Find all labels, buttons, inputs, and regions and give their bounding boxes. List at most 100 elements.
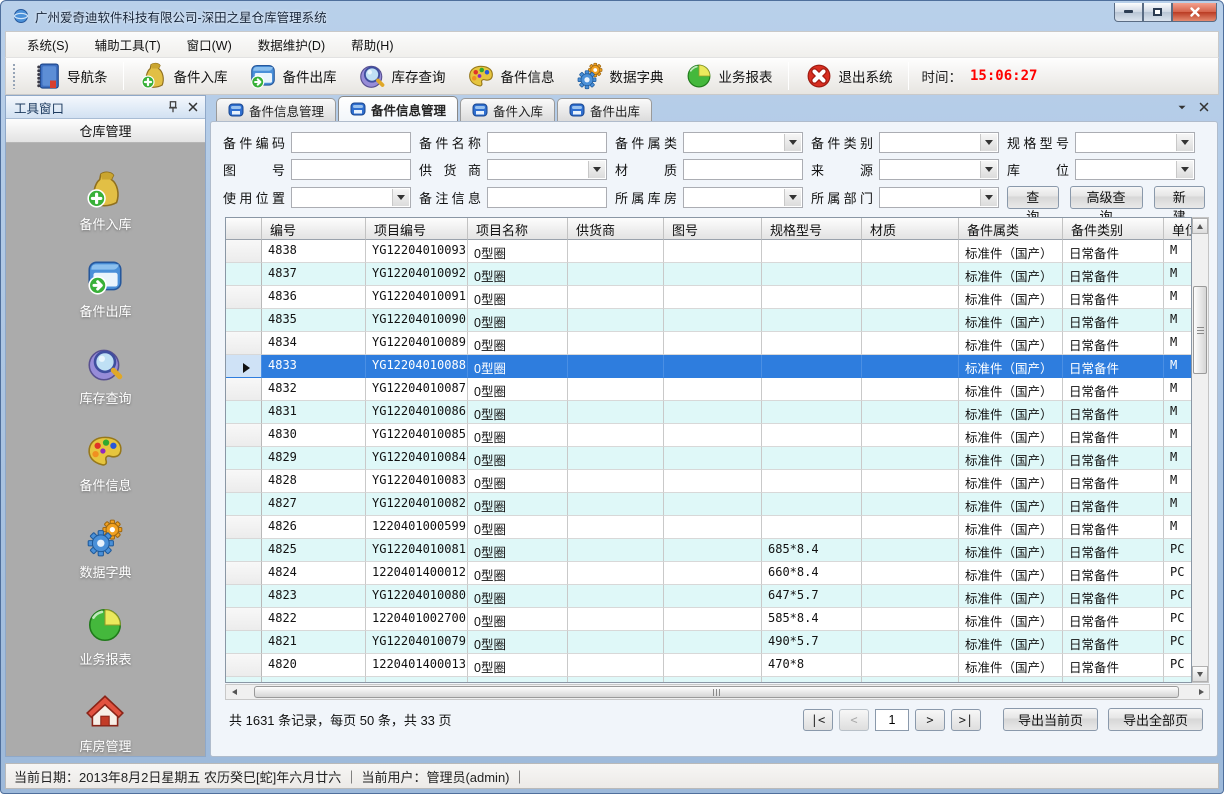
row-selector[interactable] xyxy=(226,332,262,355)
last-page-button[interactable]: >| xyxy=(951,709,981,731)
column-header-part_attr[interactable]: 备件属类 xyxy=(959,218,1063,240)
row-selector[interactable] xyxy=(226,631,262,654)
toolbar-button-business-report[interactable]: 业务报表 xyxy=(674,59,783,93)
table-row[interactable]: 4821YG122040100790型圈490*5.7标准件（国产）日常备件PC xyxy=(226,631,1192,654)
sidebar-item-parts-outbound[interactable]: 备件出库 xyxy=(79,256,131,320)
page-number-input[interactable] xyxy=(875,709,909,731)
spec-model-select[interactable] xyxy=(1075,132,1195,153)
maximize-button[interactable] xyxy=(1143,3,1172,22)
drawing-no-input[interactable] xyxy=(291,159,411,180)
table-row[interactable]: 4834YG122040100890型圈标准件（国产）日常备件M xyxy=(226,332,1192,355)
first-page-button[interactable]: |< xyxy=(803,709,833,731)
sidebar-item-parts-inbound[interactable]: 备件入库 xyxy=(79,169,131,233)
toolbar-button-exit-system[interactable]: 退出系统 xyxy=(794,59,903,93)
menu-item-window[interactable]: 窗口(W) xyxy=(174,31,245,58)
supplier-select[interactable] xyxy=(487,159,607,180)
sidebar-group-warehouse[interactable]: 仓库管理 xyxy=(6,119,205,143)
column-header-project_name[interactable]: 项目名称 xyxy=(468,218,568,240)
advanced-query-button[interactable]: 高级查询 xyxy=(1070,186,1143,209)
dropdown-arrow-icon[interactable] xyxy=(1176,134,1193,151)
menu-item-help[interactable]: 帮助(H) xyxy=(338,31,406,58)
table-row[interactable]: 4827YG122040100820型圈标准件（国产）日常备件M xyxy=(226,493,1192,516)
row-selector[interactable] xyxy=(226,585,262,608)
row-selector[interactable] xyxy=(226,493,262,516)
row-selector[interactable] xyxy=(226,378,262,401)
table-row[interactable]: 4823YG122040100800型圈647*5.7标准件（国产）日常备件PC xyxy=(226,585,1192,608)
close-button[interactable] xyxy=(1172,3,1217,22)
menu-item-data-maintenance[interactable]: 数据维护(D) xyxy=(245,31,338,58)
table-row[interactable]: 4835YG122040100900型圈标准件（国产）日常备件M xyxy=(226,309,1192,332)
dropdown-arrow-icon[interactable] xyxy=(588,161,605,178)
tab-list-dropdown-icon[interactable] xyxy=(1175,100,1189,114)
pin-icon[interactable] xyxy=(165,99,181,115)
table-row[interactable]: 482212204010027000型圈585*8.4标准件（国产）日常备件PC xyxy=(226,608,1192,631)
toolbar-button-data-dictionary[interactable]: 数据字典 xyxy=(565,59,674,93)
toolbar-button-parts-inbound[interactable]: 备件入库 xyxy=(129,59,238,93)
row-selector[interactable] xyxy=(226,608,262,631)
part-attr-select[interactable] xyxy=(683,132,803,153)
row-selector[interactable] xyxy=(226,263,262,286)
sidebar-item-business-report[interactable]: 业务报表 xyxy=(79,604,131,668)
storage-bin-select[interactable] xyxy=(1075,159,1195,180)
part-category-select[interactable] xyxy=(879,132,999,153)
tab-parts-outbound[interactable]: 备件出库 xyxy=(557,98,652,121)
row-selector[interactable] xyxy=(226,562,262,585)
column-header-supplier[interactable]: 供货商 xyxy=(568,218,664,240)
row-selector[interactable] xyxy=(226,539,262,562)
tab-close-icon[interactable] xyxy=(1197,100,1211,114)
table-row[interactable]: 4832YG122040100870型圈标准件（国产）日常备件M xyxy=(226,378,1192,401)
sidebar-item-data-dictionary[interactable]: 数据字典 xyxy=(79,517,131,581)
column-header-spec_model[interactable]: 规格型号 xyxy=(762,218,862,240)
table-row[interactable]: 4836YG122040100910型圈标准件（国产）日常备件M xyxy=(226,286,1192,309)
table-row[interactable]: 482612204010005990型圈标准件（国产）日常备件M xyxy=(226,516,1192,539)
usage-position-select[interactable] xyxy=(291,187,411,208)
column-header-part_category[interactable]: 备件类别 xyxy=(1063,218,1164,240)
minimize-button[interactable] xyxy=(1114,3,1143,22)
toolbar-button-stock-query[interactable]: 库存查询 xyxy=(347,59,456,93)
table-row[interactable]: 4833YG122040100880型圈标准件（国产）日常备件M xyxy=(226,355,1192,378)
dropdown-arrow-icon[interactable] xyxy=(980,161,997,178)
dropdown-arrow-icon[interactable] xyxy=(980,189,997,206)
horizontal-scrollbar[interactable] xyxy=(225,684,1210,700)
part-name-input[interactable] xyxy=(487,132,607,153)
toolbar-button-nav-bar[interactable]: 导航条 xyxy=(22,59,118,93)
query-button[interactable]: 查询 xyxy=(1007,186,1059,209)
table-row[interactable]: 4828YG122040100830型圈标准件（国产）日常备件M xyxy=(226,470,1192,493)
table-row[interactable]: 482412204014000120型圈660*8.4标准件（国产）日常备件PC xyxy=(226,562,1192,585)
column-header-no[interactable]: 编号 xyxy=(262,218,366,240)
column-header-drawing_no[interactable]: 图号 xyxy=(664,218,762,240)
table-row[interactable]: 4837YG122040100920型圈标准件（国产）日常备件M xyxy=(226,263,1192,286)
row-selector[interactable] xyxy=(226,470,262,493)
remark-input[interactable] xyxy=(487,187,607,208)
material-input[interactable] xyxy=(683,159,803,180)
scroll-left-button[interactable] xyxy=(226,685,242,699)
tab-parts-info-mgmt-2[interactable]: 备件信息管理 xyxy=(338,96,458,121)
menu-item-system[interactable]: 系统(S) xyxy=(14,31,82,58)
sidebar-item-warehouse-mgmt[interactable]: 库房管理 xyxy=(79,691,131,755)
table-row[interactable]: 4825YG122040100810型圈685*8.4标准件（国产）日常备件PC xyxy=(226,539,1192,562)
scroll-right-button[interactable] xyxy=(1193,685,1209,699)
vertical-scroll-thumb[interactable] xyxy=(1193,286,1207,374)
dropdown-arrow-icon[interactable] xyxy=(784,189,801,206)
horizontal-scroll-thumb[interactable] xyxy=(254,686,1179,698)
scroll-up-button[interactable] xyxy=(1192,218,1208,234)
column-header-project_code[interactable]: 项目编号 xyxy=(366,218,468,240)
toolbar-button-parts-info[interactable]: 备件信息 xyxy=(456,59,565,93)
scroll-down-button[interactable] xyxy=(1192,666,1208,682)
table-row[interactable]: 4831YG122040100860型圈标准件（国产）日常备件M xyxy=(226,401,1192,424)
part-code-input[interactable] xyxy=(291,132,411,153)
toolbar-button-parts-outbound[interactable]: 备件出库 xyxy=(238,59,347,93)
sidebar-close-icon[interactable] xyxy=(185,99,201,115)
dropdown-arrow-icon[interactable] xyxy=(392,189,409,206)
tab-parts-inbound[interactable]: 备件入库 xyxy=(460,98,555,121)
tab-parts-info-mgmt-1[interactable]: 备件信息管理 xyxy=(216,98,336,121)
row-selector[interactable] xyxy=(226,286,262,309)
source-select[interactable] xyxy=(879,159,999,180)
dropdown-arrow-icon[interactable] xyxy=(784,134,801,151)
warehouse-select[interactable] xyxy=(683,187,803,208)
export-all-pages-button[interactable]: 导出全部页 xyxy=(1108,708,1203,731)
vertical-scrollbar[interactable] xyxy=(1192,217,1209,683)
toolbar-grip[interactable] xyxy=(12,63,16,89)
row-selector[interactable] xyxy=(226,309,262,332)
row-selector[interactable] xyxy=(226,447,262,470)
